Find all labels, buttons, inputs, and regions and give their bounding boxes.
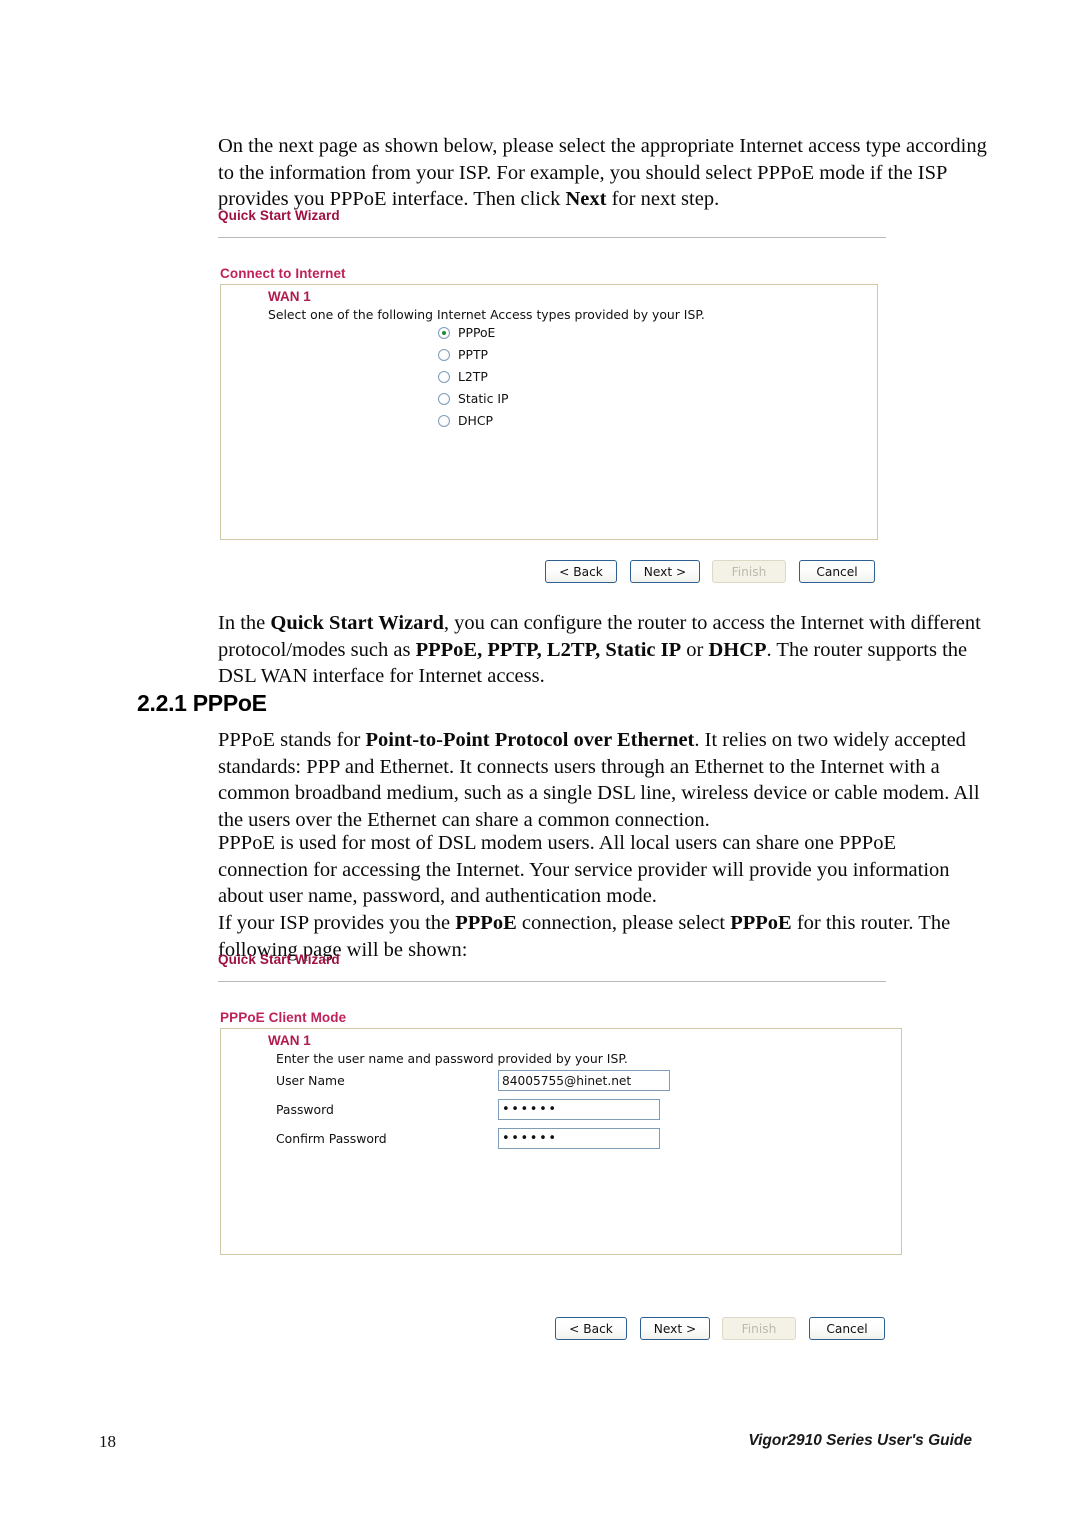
- cancel-button[interactable]: Cancel: [809, 1317, 885, 1340]
- wizard-para-bold-quick-start: Quick Start Wizard: [270, 612, 444, 634]
- footer-page-number: 18: [99, 1432, 116, 1451]
- pppoe-select-mid: connection, please select: [516, 912, 731, 934]
- wizard-title-pppoe: Quick Start Wizard: [218, 952, 340, 967]
- pppoe-select-bold1: PPPoE: [455, 912, 517, 934]
- radio-option-pptp[interactable]: PPTP: [438, 347, 509, 362]
- wizard-para-or: or: [681, 638, 709, 661]
- wizard-button-row-pppoe: < Back Next > Finish Cancel: [555, 1317, 885, 1340]
- radio-selected-icon: [438, 326, 450, 339]
- form-row-confirm-password: Confirm Password ••••••: [276, 1128, 686, 1149]
- access-type-radio-group[interactable]: PPPoE PPTP L2TP Static IP DHCP: [438, 325, 509, 428]
- input-user-name[interactable]: 84005755@hinet.net: [498, 1070, 670, 1091]
- wizard-para-lead: In the: [218, 612, 271, 634]
- radio-label-pptp: PPTP: [458, 347, 488, 362]
- radio-label-pppoe: PPPoE: [458, 325, 496, 340]
- back-button[interactable]: < Back: [545, 560, 617, 583]
- screenshot-connect-to-internet: Quick Start Wizard Connect to Internet W…: [218, 208, 890, 588]
- next-button[interactable]: Next >: [640, 1317, 710, 1340]
- pppoe-select-lead: If your ISP provides you the: [218, 912, 456, 934]
- radio-unselected-icon: [438, 370, 450, 383]
- input-confirm-password[interactable]: ••••••: [498, 1128, 660, 1149]
- back-button[interactable]: < Back: [555, 1317, 627, 1340]
- pppoe-def-lead: PPPoE stands for: [218, 729, 366, 751]
- screenshot-pppoe-client-mode: Quick Start Wizard PPPoE Client Mode WAN…: [218, 952, 918, 1352]
- wizard-title-connect: Quick Start Wizard: [218, 208, 340, 223]
- form-row-password: Password ••••••: [276, 1099, 686, 1120]
- wan-label-pppoe: WAN 1: [268, 1033, 311, 1048]
- intro-next-bold: Next: [565, 188, 607, 210]
- instruction-connect: Select one of the following Internet Acc…: [268, 307, 705, 322]
- radio-unselected-icon: [438, 392, 450, 405]
- label-user-name: User Name: [276, 1073, 345, 1088]
- panel-connect-to-internet: [220, 284, 878, 540]
- cancel-button[interactable]: Cancel: [799, 560, 875, 583]
- section-heading-pppoe: 2.2.1 PPPoE: [137, 690, 267, 716]
- pppoe-def-bold: Point-to-Point Protocol over Ethernet: [365, 729, 695, 751]
- pppoe-credentials-form: User Name 84005755@hinet.net Password ••…: [276, 1070, 686, 1149]
- label-password: Password: [276, 1102, 334, 1117]
- wizard-modes-paragraph: In the Quick Start Wizard, you can confi…: [218, 610, 990, 690]
- radio-unselected-icon: [438, 414, 450, 427]
- radio-option-dhcp[interactable]: DHCP: [438, 413, 509, 428]
- radio-option-l2tp[interactable]: L2TP: [438, 369, 509, 384]
- form-row-user-name: User Name 84005755@hinet.net: [276, 1070, 686, 1091]
- document-page: On the next page as shown below, please …: [0, 0, 1080, 1528]
- next-button[interactable]: Next >: [630, 560, 700, 583]
- wizard-para-modes: PPPoE, PPTP, L2TP, Static IP: [415, 638, 682, 661]
- radio-option-pppoe[interactable]: PPPoE: [438, 325, 509, 340]
- radio-option-static-ip[interactable]: Static IP: [438, 391, 509, 406]
- wizard-button-row-connect: < Back Next > Finish Cancel: [545, 560, 875, 583]
- label-confirm-password: Confirm Password: [276, 1131, 387, 1146]
- finish-button: Finish: [712, 560, 786, 583]
- radio-label-l2tp: L2TP: [458, 369, 488, 384]
- footer-guide-title: Vigor2910 Series User's Guide: [748, 1432, 972, 1449]
- radio-label-dhcp: DHCP: [458, 413, 493, 428]
- pppoe-usage-paragraph: PPPoE is used for most of DSL modem user…: [218, 832, 950, 907]
- intro-paragraph: On the next page as shown below, please …: [218, 133, 990, 213]
- radio-label-static-ip: Static IP: [458, 391, 509, 406]
- input-password[interactable]: ••••••: [498, 1099, 660, 1120]
- section-label-connect: Connect to Internet: [220, 266, 346, 281]
- pppoe-select-bold2: PPPoE: [730, 912, 792, 934]
- wizard-para-mode-dhcp: DHCP: [708, 638, 767, 661]
- finish-button: Finish: [722, 1317, 796, 1340]
- instruction-pppoe: Enter the user name and password provide…: [276, 1051, 628, 1066]
- section-label-pppoe: PPPoE Client Mode: [220, 1010, 347, 1025]
- intro-text-part2: for next step.: [606, 188, 720, 210]
- wan-label-connect: WAN 1: [268, 289, 311, 304]
- pppoe-definition-paragraph: PPPoE stands for Point-to-Point Protocol…: [218, 727, 990, 833]
- radio-unselected-icon: [438, 348, 450, 361]
- title-divider-pppoe: [218, 981, 886, 982]
- title-divider-connect: [218, 237, 886, 238]
